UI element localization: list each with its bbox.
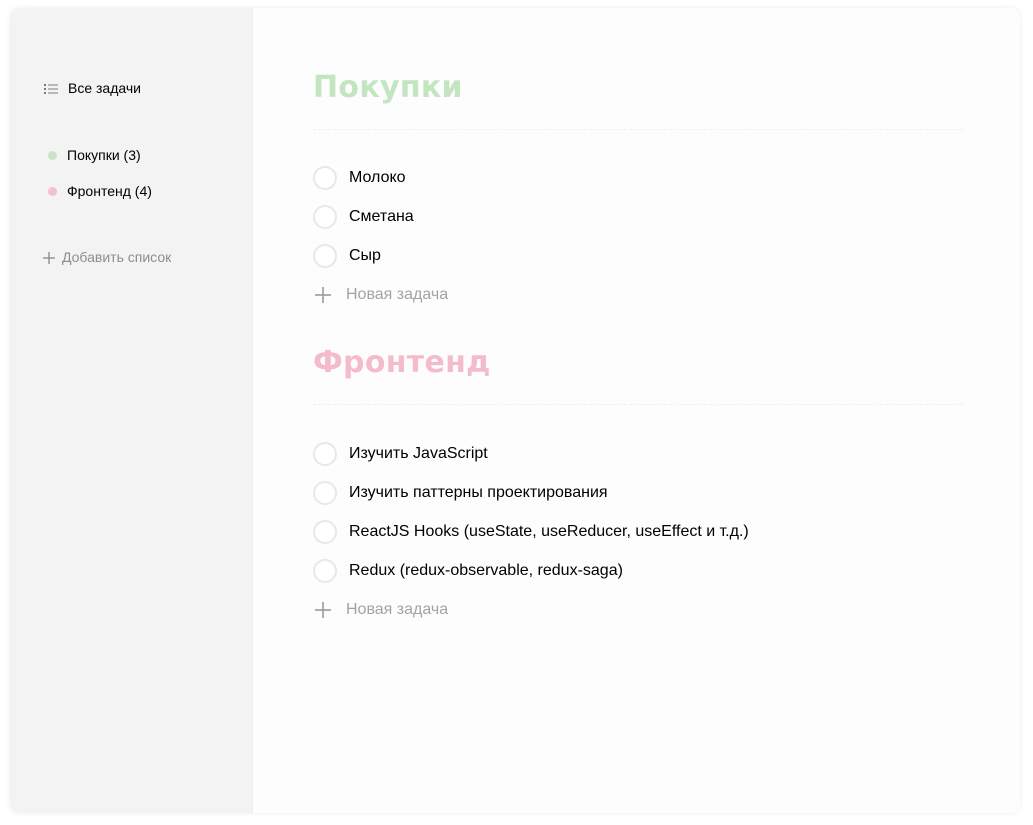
add-list-button[interactable]: Добавить список — [43, 248, 171, 266]
task-checkbox[interactable] — [313, 481, 337, 505]
plus-icon — [315, 602, 331, 618]
task-item: Изучить паттерны проектирования — [313, 480, 608, 506]
task-text: Сметана — [349, 208, 414, 225]
new-task-label: Новая задача — [346, 286, 449, 303]
task-checkbox[interactable] — [313, 166, 337, 190]
task-checkbox[interactable] — [313, 205, 337, 229]
task-item: Сыр — [313, 243, 381, 269]
sidebar: Все задачи Покупки (3) Фронтенд (4) Доба… — [10, 8, 253, 813]
task-text: Молоко — [349, 169, 406, 186]
task-text: Сыр — [349, 247, 381, 264]
task-item: Сметана — [313, 204, 414, 230]
task-checkbox[interactable] — [313, 520, 337, 544]
task-text: Изучить паттерны проектирования — [349, 484, 608, 501]
list-title[interactable]: Фронтенд — [313, 345, 491, 380]
todo-app: Все задачи Покупки (3) Фронтенд (4) Доба… — [10, 8, 1020, 813]
list-color-dot — [48, 186, 57, 196]
main-content: Покупки Молоко Сметана Сыр Новая задача … — [253, 8, 1020, 813]
task-checkbox[interactable] — [313, 442, 337, 466]
new-task-label: Новая задача — [346, 601, 449, 618]
task-item: Изучить JavaScript — [313, 441, 488, 467]
new-task-button[interactable]: Новая задача — [315, 286, 448, 304]
plus-icon — [43, 251, 55, 264]
list-icon — [44, 82, 58, 94]
task-checkbox[interactable] — [313, 559, 337, 583]
divider — [313, 404, 963, 405]
task-item: Молоко — [313, 165, 406, 191]
add-list-label: Добавить список — [62, 249, 172, 265]
divider — [313, 129, 963, 130]
all-tasks-label: Все задачи — [68, 80, 141, 96]
list-title[interactable]: Покупки — [313, 70, 463, 105]
task-text: Redux (redux-observable, redux-saga) — [349, 562, 623, 579]
task-item: ReactJS Hooks (useState, useReducer, use… — [313, 519, 749, 545]
sidebar-item-label: Покупки (3) — [67, 147, 141, 163]
task-text: Изучить JavaScript — [349, 445, 488, 462]
plus-icon — [315, 287, 331, 303]
new-task-button[interactable]: Новая задача — [315, 601, 448, 619]
all-tasks-item[interactable]: Все задачи — [44, 79, 141, 97]
sidebar-item-label: Фронтенд (4) — [67, 183, 152, 199]
sidebar-item-frontend[interactable]: Фронтенд (4) — [48, 182, 152, 200]
list-color-dot — [48, 150, 57, 160]
task-item: Redux (redux-observable, redux-saga) — [313, 558, 623, 584]
task-checkbox[interactable] — [313, 244, 337, 268]
task-text: ReactJS Hooks (useState, useReducer, use… — [349, 523, 749, 540]
sidebar-item-shopping[interactable]: Покупки (3) — [48, 146, 141, 164]
